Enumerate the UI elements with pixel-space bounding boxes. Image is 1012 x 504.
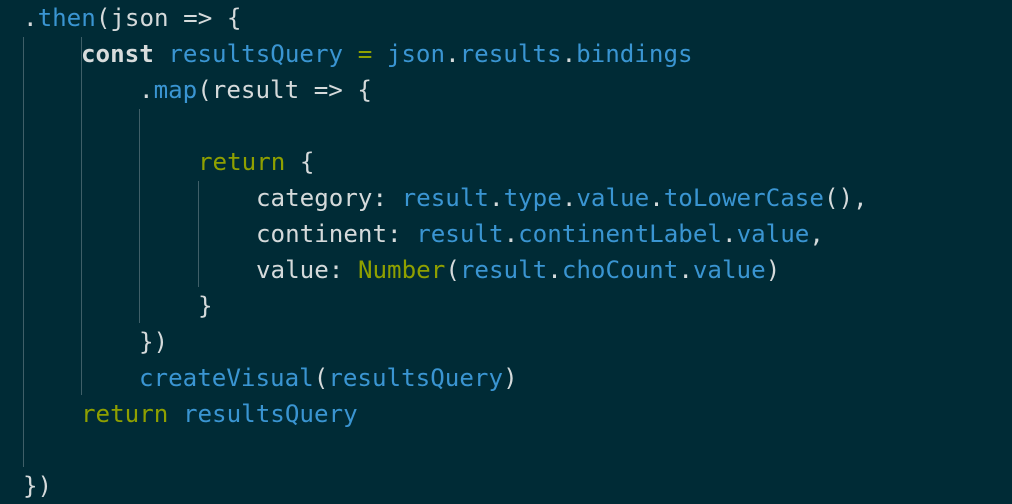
code-token: .: [561, 184, 577, 212]
code-token: type: [503, 184, 562, 212]
code-token: json: [386, 40, 446, 68]
code-token: createVisual: [139, 364, 314, 392]
code-token: .: [23, 4, 38, 32]
code-token: .: [547, 256, 562, 284]
code-token: value: [692, 256, 766, 284]
code-line: createVisual(resultsQuery): [139, 360, 518, 396]
code-token: resultsQuery: [168, 40, 344, 68]
indent-guide: [198, 181, 199, 287]
code-token: (: [313, 364, 329, 392]
code-line: continent: result.continentLabel.value,: [256, 216, 824, 252]
code-token: (),: [823, 184, 868, 212]
code-token: .: [445, 40, 460, 68]
code-token: .: [561, 40, 577, 68]
code-line: }): [139, 324, 168, 360]
code-line: }: [198, 288, 213, 324]
code-token: const: [81, 40, 154, 68]
code-token: ): [503, 364, 518, 392]
code-token: value: [576, 184, 650, 212]
indent-guide: [23, 37, 24, 467]
code-token: continentLabel: [518, 220, 722, 248]
code-token: map: [153, 76, 198, 104]
code-token: result: [459, 256, 548, 284]
code-token: .: [503, 220, 519, 248]
code-token: (json => {: [95, 4, 242, 32]
code-token: then: [37, 4, 96, 32]
code-line: }): [23, 468, 52, 504]
code-token: .: [139, 76, 154, 104]
code-line: value: Number(result.choCount.value): [256, 252, 780, 288]
code-token: .: [678, 256, 693, 284]
code-token: =: [357, 40, 373, 68]
code-token: }: [198, 292, 213, 320]
code-token: resultsQuery: [328, 364, 504, 392]
code-line: .then(json => {: [23, 0, 241, 36]
code-token: toLowerCase: [663, 184, 824, 212]
code-editor[interactable]: .then(json => {const resultsQuery = json…: [0, 0, 1012, 500]
code-token: return: [198, 148, 286, 176]
code-token: results: [459, 40, 562, 68]
code-token: .: [722, 220, 737, 248]
code-token: value:: [256, 256, 358, 284]
code-line: return {: [198, 144, 315, 180]
code-token: ): [765, 256, 781, 284]
code-token: .: [649, 184, 664, 212]
code-line: .map(result => {: [139, 72, 372, 108]
code-token: }): [139, 328, 169, 356]
code-token: category:: [256, 184, 402, 212]
code-line: return resultsQuery: [81, 396, 358, 432]
code-token: (: [445, 256, 460, 284]
code-token: return: [81, 400, 169, 428]
code-token: value: [736, 220, 810, 248]
code-line: const resultsQuery = json.results.bindin…: [81, 36, 693, 72]
code-token: bindings: [576, 40, 693, 68]
code-token: ,: [809, 220, 824, 248]
code-token: }): [23, 472, 53, 500]
code-token: (result => {: [197, 76, 372, 104]
code-token: continent:: [256, 220, 417, 248]
code-token: .: [489, 184, 504, 212]
code-token: resultsQuery: [182, 400, 358, 428]
indent-guide: [81, 37, 82, 395]
code-token: Number: [357, 256, 446, 284]
code-token: {: [285, 148, 315, 176]
code-token: result: [416, 220, 504, 248]
indent-guide: [139, 109, 140, 323]
code-token: choCount: [561, 256, 679, 284]
code-token: result: [401, 184, 489, 212]
code-line: category: result.type.value.toLowerCase(…: [256, 180, 868, 216]
